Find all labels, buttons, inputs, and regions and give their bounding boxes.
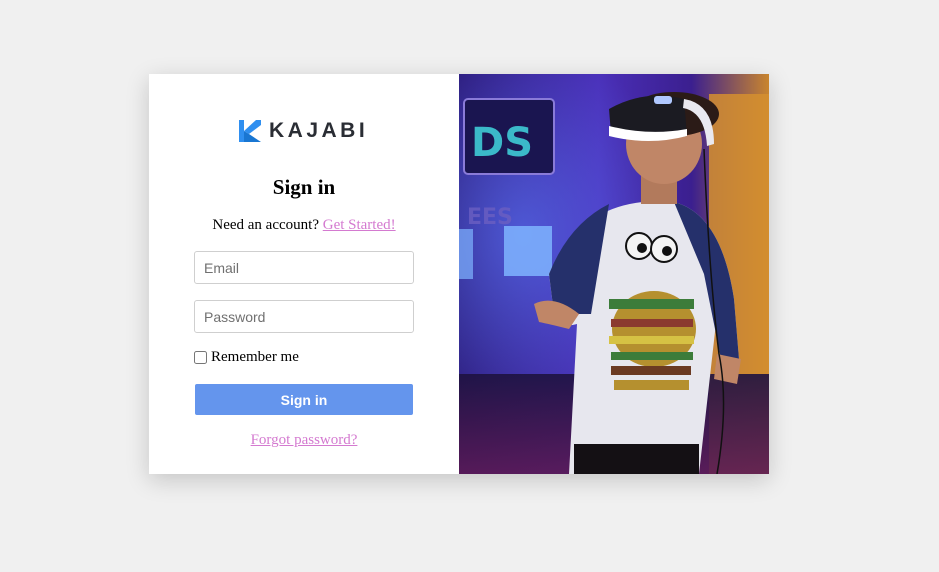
page-title: Sign in <box>272 175 336 199</box>
vr-headset-person-photo: DS EES <box>459 74 769 474</box>
remember-me-checkbox[interactable] <box>194 351 207 364</box>
sign-in-form-pane: KAJABI Sign in Need an account? Get Star… <box>149 74 459 474</box>
svg-text:DS: DS <box>471 120 533 166</box>
kajabi-logo: KAJABI <box>239 119 368 143</box>
forgot-password-link[interactable]: Forgot password? <box>251 432 358 448</box>
get-started-link[interactable]: Get Started! <box>323 217 396 233</box>
forgot-row: Forgot password? <box>149 432 459 449</box>
need-account-text: Need an account? <box>212 217 319 233</box>
sign-in-button[interactable]: Sign in <box>195 384 413 415</box>
email-field[interactable] <box>194 251 414 284</box>
hero-photo: DS EES <box>459 74 769 474</box>
kajabi-logo-text: KAJABI <box>269 119 369 142</box>
sign-in-card: KAJABI Sign in Need an account? Get Star… <box>149 74 769 474</box>
remember-me-label: Remember me <box>211 349 299 365</box>
need-account-row: Need an account? Get Started! <box>149 217 459 234</box>
kajabi-logo-icon <box>239 120 261 142</box>
password-field[interactable] <box>194 300 414 333</box>
remember-me[interactable]: Remember me <box>194 349 299 366</box>
